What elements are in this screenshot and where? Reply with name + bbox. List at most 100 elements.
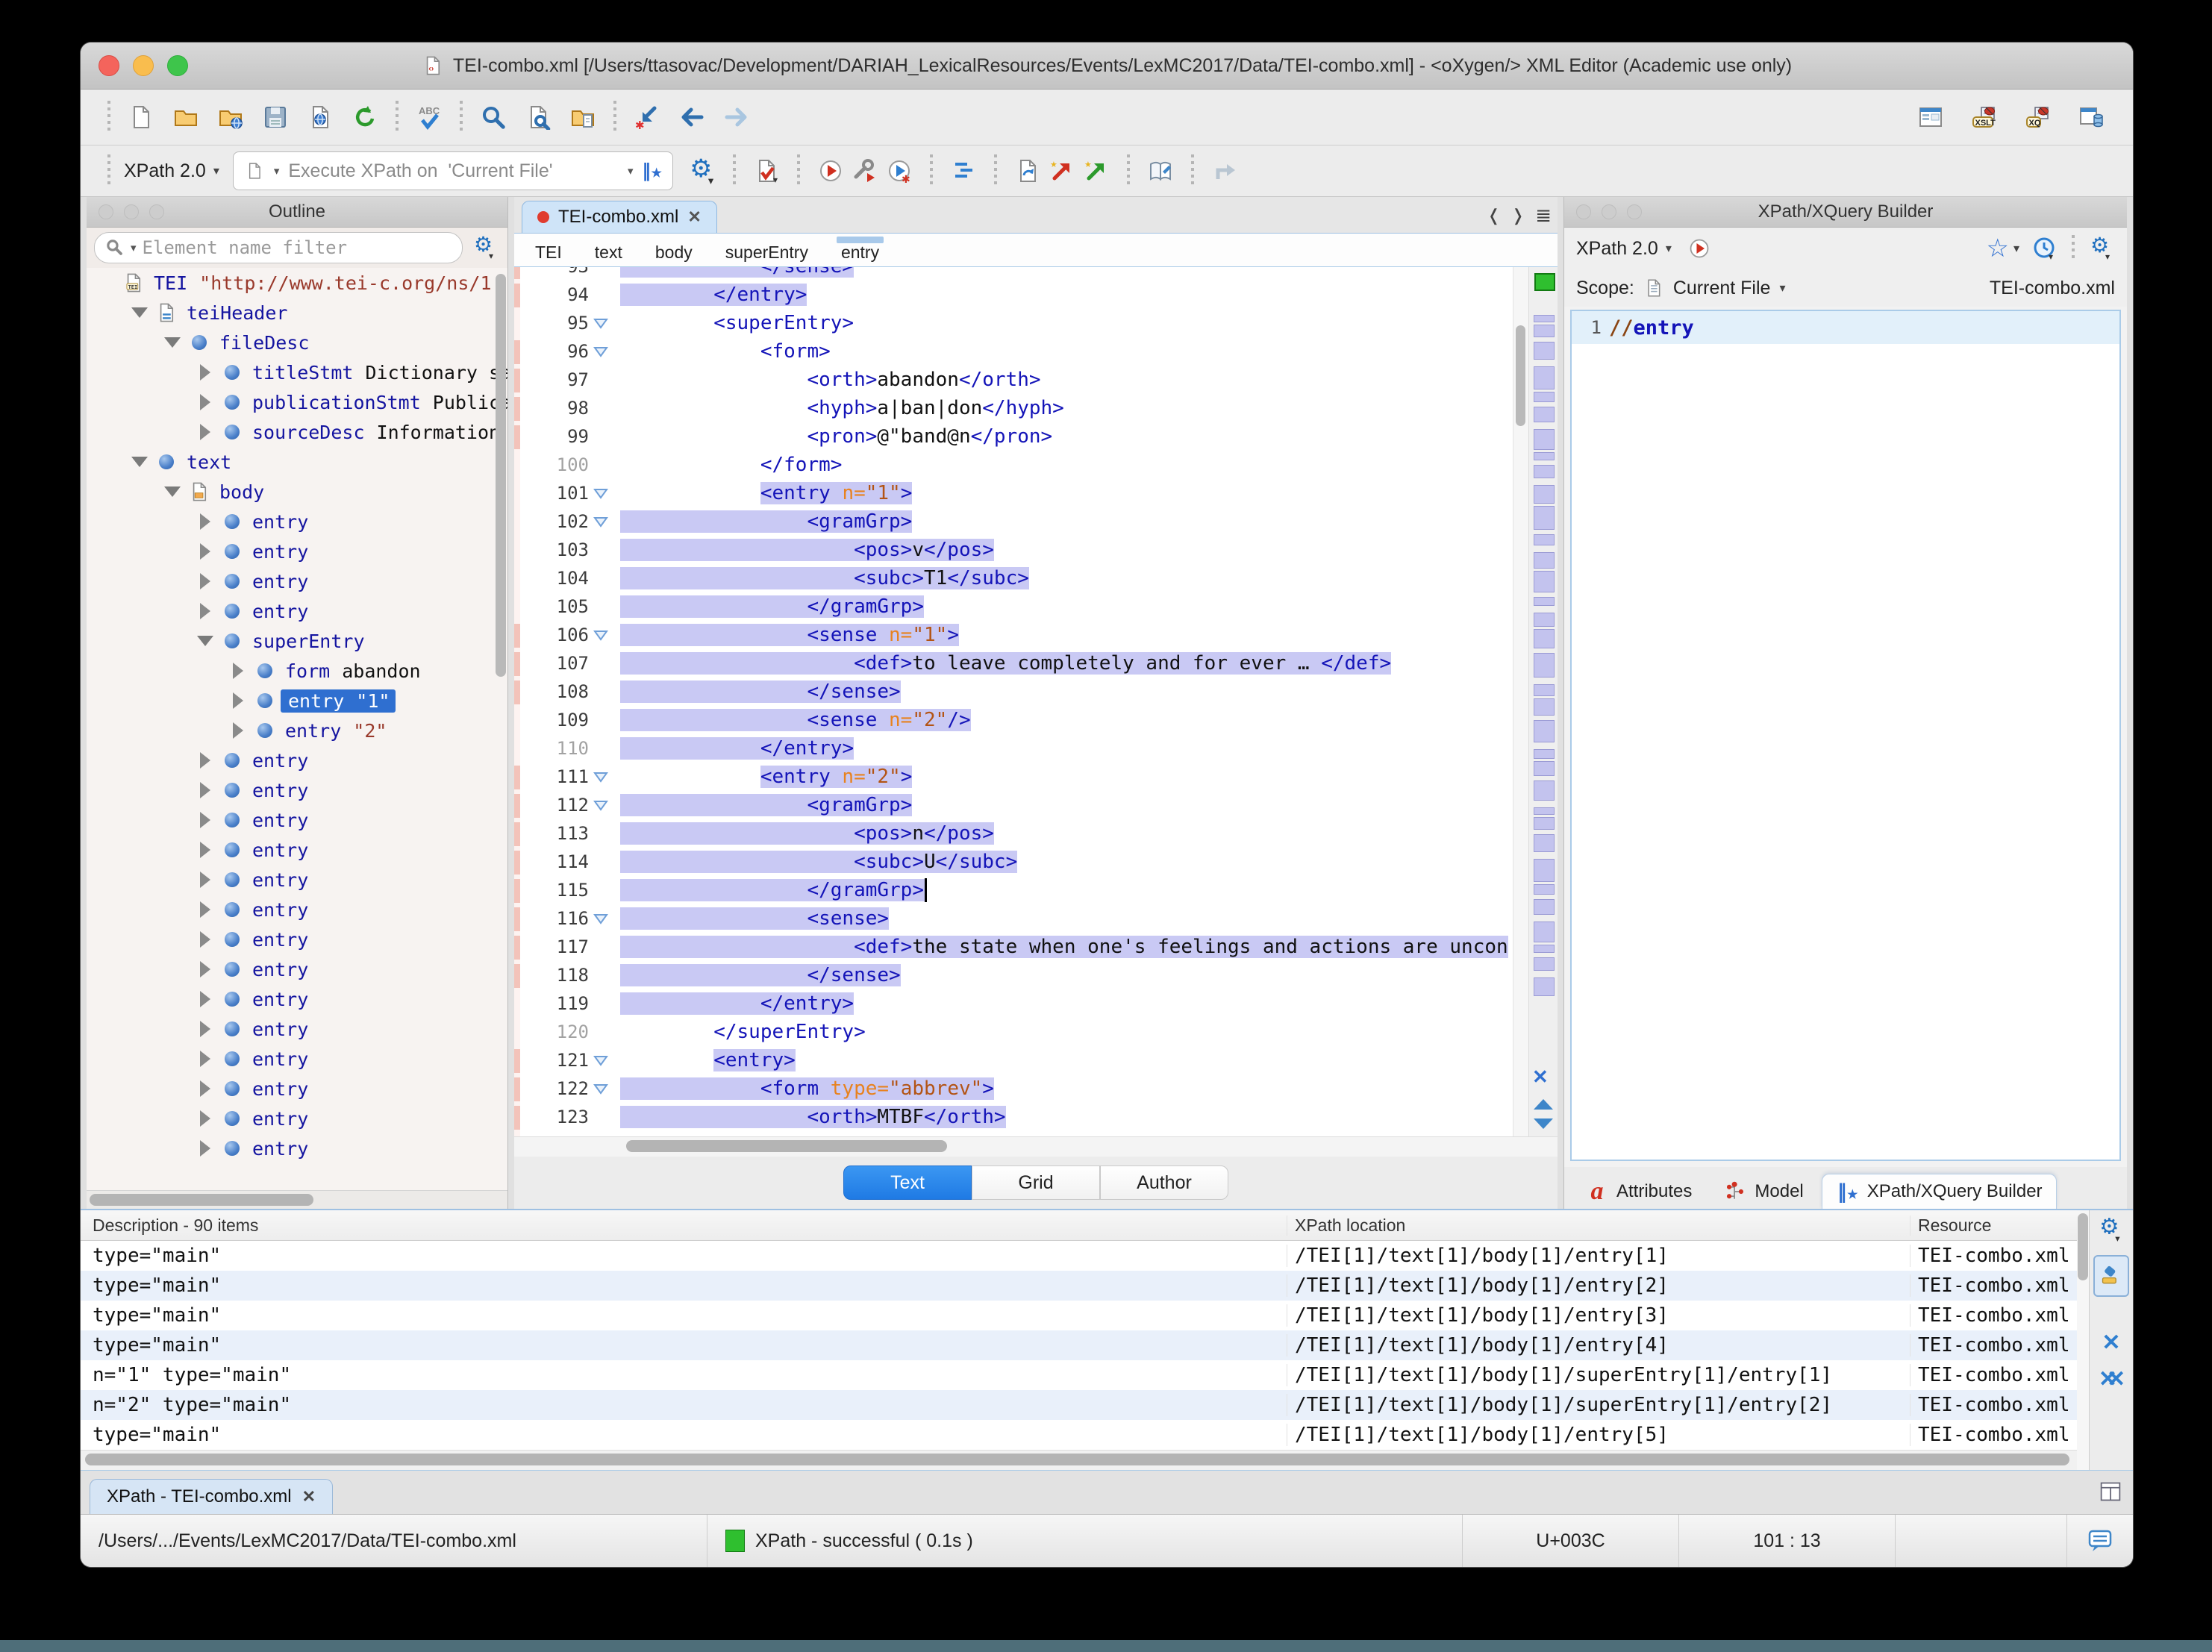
outline-item-entry[interactable]: entry — [87, 1104, 507, 1133]
collapse-icon[interactable] — [193, 636, 218, 646]
search-result-marker[interactable] — [1534, 315, 1555, 322]
outline-vertical-scrollbar[interactable] — [496, 274, 506, 677]
search-result-marker[interactable] — [1534, 884, 1555, 895]
configure-transformation-icon[interactable] — [848, 154, 882, 188]
view-mode-author-button[interactable]: Author — [1100, 1166, 1228, 1200]
outline-item-entry[interactable]: entry — [87, 895, 507, 924]
code-line-98[interactable]: 98 <hyph>a|ban|don</hyph> — [520, 394, 1513, 422]
debug-xquery-icon[interactable]: XQ — [2021, 100, 2055, 134]
outline-item-superEntry[interactable]: superEntry — [87, 626, 507, 656]
expand-icon[interactable] — [193, 513, 218, 530]
results-vertical-scrollbar[interactable] — [2077, 1210, 2089, 1470]
code-line-102[interactable]: 102 <gramGrp> — [520, 507, 1513, 536]
results-column-resource[interactable]: Resource — [1910, 1215, 2077, 1236]
expand-icon[interactable] — [193, 812, 218, 828]
code-line-122[interactable]: 122 <form type="abbrev"> — [520, 1074, 1513, 1103]
search-result-marker[interactable] — [1534, 392, 1555, 402]
search-result-marker[interactable] — [1534, 452, 1555, 460]
collapse-icon[interactable] — [127, 307, 152, 318]
expand-icon[interactable] — [193, 782, 218, 798]
navigate-forward-icon[interactable] — [719, 100, 754, 134]
editor-tab[interactable]: TEI-combo.xml ✕ — [522, 201, 717, 233]
execute-xpath-icon[interactable] — [1682, 231, 1716, 266]
remove-result-icon[interactable]: ✕ — [2102, 1330, 2120, 1356]
xpath-favorites-icon[interactable]: ∥★ — [643, 160, 662, 182]
search-result-marker[interactable] — [1534, 429, 1555, 450]
search-result-marker[interactable] — [1534, 684, 1555, 696]
open-folder-icon[interactable] — [169, 100, 203, 134]
panel-layout-icon[interactable] — [2097, 1478, 2124, 1505]
result-row[interactable]: n="2" type="main"/TEI[1]/text[1]/body[1]… — [81, 1390, 2077, 1420]
code-line-112[interactable]: 112 <gramGrp> — [520, 791, 1513, 819]
code-line-116[interactable]: 116 <sense> — [520, 904, 1513, 933]
search-result-marker[interactable] — [1534, 922, 1555, 942]
code-line-108[interactable]: 108 </sense> — [520, 678, 1513, 706]
search-result-marker[interactable] — [1534, 780, 1555, 801]
outline-item-titleStmt[interactable]: titleStmtDictionary sa — [87, 357, 507, 387]
code-line-96[interactable]: 96 <form> — [520, 337, 1513, 366]
new-document-icon[interactable] — [124, 100, 158, 134]
outline-item-entry[interactable]: entry — [87, 954, 507, 984]
code-line-120[interactable]: 120 </superEntry> — [520, 1018, 1513, 1046]
expand-icon[interactable] — [193, 573, 218, 589]
search-result-marker[interactable] — [1534, 899, 1555, 915]
outline-item-entry[interactable]: entry — [87, 805, 507, 835]
code-line-117[interactable]: 117 <def>the state when one's feelings a… — [520, 933, 1513, 961]
search-result-marker[interactable] — [1534, 957, 1555, 971]
expand-icon[interactable] — [193, 991, 218, 1007]
search-result-marker[interactable] — [1534, 534, 1555, 545]
code-line-113[interactable]: 113 <pos>n</pos> — [520, 819, 1513, 848]
close-tab-icon[interactable]: ✕ — [302, 1487, 316, 1506]
panel-tab-xpath-xquery-builder[interactable]: ∥★XPath/XQuery Builder — [1822, 1174, 2057, 1209]
breadcrumb-item-superEntry[interactable]: superEntry — [725, 238, 808, 263]
search-result-marker[interactable] — [1534, 817, 1555, 830]
result-row[interactable]: type="main"/TEI[1]/text[1]/body[1]/entry… — [81, 1241, 2077, 1271]
outline-item-entry[interactable]: entry — [87, 775, 507, 805]
code-line-109[interactable]: 109 <sense n="2"/> — [520, 706, 1513, 734]
previous-marker-icon[interactable] — [1534, 1099, 1553, 1110]
next-editor-icon[interactable]: ❭ — [1511, 206, 1525, 225]
fold-toggle-icon[interactable] — [593, 318, 620, 329]
open-url-icon[interactable] — [213, 100, 248, 134]
comment-bubble-icon[interactable] — [2085, 1526, 2115, 1556]
overview-ruler[interactable]: ✕ — [1528, 267, 1558, 1136]
editor-list-icon[interactable]: ≣ — [1535, 204, 1550, 227]
outline-item-entry[interactable]: entry"1" — [87, 686, 507, 716]
expand-icon[interactable] — [193, 543, 218, 560]
code-editor[interactable]: 93 </sense>94 </entry>95 <superEntry>96 … — [514, 267, 1558, 1136]
code-line-105[interactable]: 105 </gramGrp> — [520, 592, 1513, 621]
dockable-windows-icon[interactable] — [1913, 100, 1948, 134]
search-result-marker[interactable] — [1534, 834, 1555, 852]
history-clock-icon[interactable]: ▾ — [2031, 235, 2058, 262]
code-line-101[interactable]: 101 <entry n="1"> — [520, 479, 1513, 507]
chevron-down-icon[interactable]: ▾ — [2013, 241, 2019, 256]
outline-item-entry[interactable]: entry — [87, 507, 507, 536]
close-window-button[interactable] — [99, 55, 119, 76]
breadcrumb-item-body[interactable]: body — [655, 238, 693, 263]
results-column-xpath[interactable]: XPath location — [1287, 1215, 1910, 1236]
fold-toggle-icon[interactable] — [593, 772, 620, 783]
chevron-down-icon[interactable]: ▾ — [1666, 241, 1672, 256]
scope-value[interactable]: Current File — [1673, 278, 1771, 299]
highlight-results-icon[interactable] — [2093, 1255, 2129, 1297]
code-line-115[interactable]: 115 </gramGrp> — [520, 876, 1513, 904]
results-settings-gear-icon[interactable]: ⚙▾ — [2096, 1215, 2126, 1245]
format-indent-icon[interactable] — [946, 154, 981, 188]
outline-item-form[interactable]: formabandon — [87, 656, 507, 686]
outline-item-fileDesc[interactable]: fileDesc — [87, 328, 507, 357]
search-result-marker[interactable] — [1534, 506, 1555, 530]
search-result-marker[interactable] — [1534, 749, 1555, 759]
expand-icon[interactable] — [193, 931, 218, 948]
code-line-110[interactable]: 110 </entry> — [520, 734, 1513, 763]
debug-scenario-icon[interactable]: ✱ — [882, 154, 916, 188]
search-result-marker[interactable] — [1534, 465, 1555, 478]
outline-item-entry[interactable]: entry — [87, 865, 507, 895]
close-tab-icon[interactable]: ✕ — [687, 207, 701, 227]
code-line-100[interactable]: 100 </form> — [520, 451, 1513, 479]
code-line-99[interactable]: 99 <pron>@"band@n</pron> — [520, 422, 1513, 451]
result-row[interactable]: type="main"/TEI[1]/text[1]/body[1]/entry… — [81, 1420, 2077, 1450]
breadcrumb-item-text[interactable]: text — [595, 238, 622, 263]
search-result-marker[interactable] — [1534, 720, 1555, 742]
search-result-marker[interactable] — [1534, 342, 1555, 360]
outline-item-entry[interactable]: entry — [87, 566, 507, 596]
